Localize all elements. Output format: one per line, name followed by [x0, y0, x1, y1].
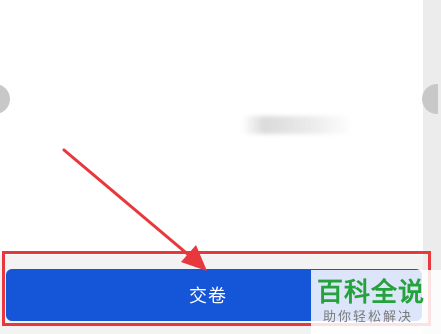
arrow-shaft: [62, 148, 199, 264]
watermark-subtitle: 助你轻松解决: [323, 310, 414, 325]
watermark-title: 百科全说: [317, 278, 426, 308]
watermark-logo: 百科全说 助你轻松解决: [311, 270, 441, 334]
arrow-head: [181, 245, 207, 271]
